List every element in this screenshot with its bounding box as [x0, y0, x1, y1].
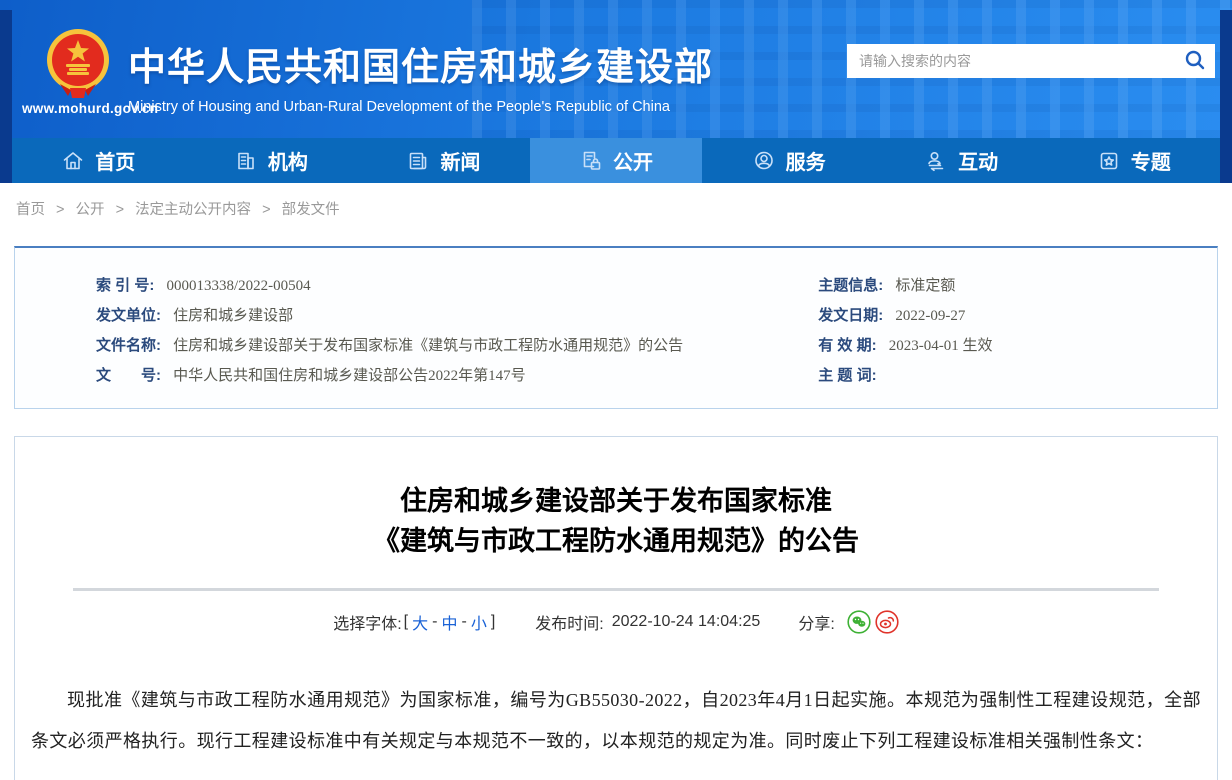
- nav-item-news[interactable]: 新闻: [357, 138, 530, 183]
- national-emblem-logo: [46, 28, 110, 102]
- meta-value: 2022-09-27: [895, 308, 965, 324]
- search-input[interactable]: [847, 44, 1175, 78]
- breadcrumb-ministry-documents[interactable]: 部发文件: [282, 202, 340, 218]
- breadcrumb-statutory-content[interactable]: 法定主动公开内容: [135, 202, 251, 218]
- site-header-wrap: www.mohurd.gov.cn 中华人民共和国住房和城乡建设部 Minist…: [0, 0, 1232, 183]
- font-size-label: 选择字体:: [333, 610, 401, 634]
- breadcrumb-home[interactable]: 首页: [16, 202, 45, 218]
- font-size-large-link[interactable]: 大: [412, 610, 428, 634]
- interaction-icon: [924, 149, 948, 173]
- nav-label: 首页: [95, 146, 135, 175]
- meta-value: 中华人民共和国住房和城乡建设部公告2022年第147号: [173, 368, 526, 384]
- nav-item-org[interactable]: 机构: [185, 138, 358, 183]
- meta-row-index-number: 索 引 号: 000013338/2022-00504: [96, 271, 760, 301]
- article-title-line1: 住房和城乡建设部关于发布国家标准: [15, 481, 1217, 521]
- nav-label: 互动: [958, 146, 998, 175]
- meta-value: 2023-04-01 生效: [889, 338, 993, 354]
- meta-row-topic-info: 主题信息: 标准定额: [818, 271, 1217, 301]
- article-title: 住房和城乡建设部关于发布国家标准 《建筑与市政工程防水通用规范》的公告: [15, 481, 1217, 561]
- nav-label: 新闻: [440, 146, 480, 175]
- font-size-medium-link[interactable]: 中: [441, 610, 457, 634]
- breadcrumb-disclosure[interactable]: 公开: [76, 202, 105, 218]
- site-title-en: Ministry of Housing and Urban-Rural Deve…: [128, 99, 713, 115]
- main-nav: 首页 机构 新闻 公开: [12, 138, 1220, 183]
- search-box: [847, 44, 1215, 78]
- site-title-cn: 中华人民共和国住房和城乡建设部: [128, 36, 713, 91]
- nav-label: 公开: [613, 146, 653, 175]
- meta-label: 主 题 词:: [818, 367, 876, 384]
- meta-label: 有 效 期:: [818, 337, 876, 354]
- meta-label: 主题信息:: [818, 277, 883, 294]
- breadcrumb-separator: >: [262, 202, 270, 218]
- topics-icon: [1097, 149, 1121, 173]
- home-icon: [61, 149, 85, 173]
- service-icon: [752, 149, 776, 173]
- bracket-open: [: [404, 613, 408, 631]
- meta-row-effective-date: 有 效 期: 2023-04-01 生效: [818, 331, 1217, 361]
- organization-icon: [234, 149, 258, 173]
- meta-value: 000013338/2022-00504: [167, 278, 311, 294]
- publish-time-label: 发布时间:: [535, 610, 603, 634]
- publish-time-value: 2022-10-24 14:04:25: [612, 613, 761, 631]
- meta-label: 索 引 号:: [96, 277, 154, 294]
- breadcrumb-separator: >: [116, 202, 124, 218]
- weibo-share-icon[interactable]: [875, 610, 899, 634]
- meta-row-issuing-unit: 发文单位: 住房和城乡建设部: [96, 301, 760, 331]
- meta-label: 发文单位:: [96, 307, 161, 324]
- meta-column-right: 主题信息: 标准定额 发文日期: 2022-09-27 有 效 期: 2023-…: [760, 271, 1217, 391]
- breadcrumb-separator: >: [56, 202, 64, 218]
- article-meta-row: 选择字体: [ 大 - 中 - 小 ] 发布时间: 2022-10-24 14:…: [15, 610, 1217, 634]
- search-button[interactable]: [1175, 44, 1215, 78]
- title-divider: [73, 588, 1159, 591]
- news-icon: [406, 149, 430, 173]
- meta-row-keywords: 主 题 词:: [818, 361, 1217, 391]
- meta-label: 文 号:: [96, 367, 161, 384]
- meta-row-document-title: 文件名称: 住房和城乡建设部关于发布国家标准《建筑与市政工程防水通用规范》的公告: [96, 331, 760, 361]
- left-edge-strip: [0, 10, 12, 183]
- meta-label: 文件名称:: [96, 337, 161, 354]
- nav-item-interact[interactable]: 互动: [875, 138, 1048, 183]
- dash: -: [461, 613, 466, 631]
- page: www.mohurd.gov.cn 中华人民共和国住房和城乡建设部 Minist…: [0, 0, 1232, 780]
- search-icon: [1184, 49, 1206, 74]
- nav-label: 专题: [1131, 146, 1171, 175]
- article-box: 住房和城乡建设部关于发布国家标准 《建筑与市政工程防水通用规范》的公告 选择字体…: [14, 436, 1218, 780]
- nav-item-topics[interactable]: 专题: [1047, 138, 1220, 183]
- dash: -: [432, 613, 437, 631]
- meta-value: 住房和城乡建设部关于发布国家标准《建筑与市政工程防水通用规范》的公告: [173, 338, 683, 354]
- brand-block: 中华人民共和国住房和城乡建设部 Ministry of Housing and …: [128, 36, 713, 115]
- meta-value: 住房和城乡建设部: [173, 308, 293, 324]
- breadcrumb: 首页 > 公开 > 法定主动公开内容 > 部发文件: [16, 198, 1232, 219]
- disclosure-icon: [579, 149, 603, 173]
- meta-column-left: 索 引 号: 000013338/2022-00504 发文单位: 住房和城乡建…: [15, 271, 760, 391]
- right-edge-strip: [1220, 10, 1232, 183]
- site-header: www.mohurd.gov.cn 中华人民共和国住房和城乡建设部 Minist…: [0, 0, 1232, 138]
- meta-label: 发文日期:: [818, 307, 883, 324]
- meta-row-document-number: 文 号: 中华人民共和国住房和城乡建设部公告2022年第147号: [96, 361, 760, 391]
- nav-item-home[interactable]: 首页: [12, 138, 185, 183]
- article-body-paragraph: 现批准《建筑与市政工程防水通用规范》为国家标准，编号为GB55030-2022，…: [15, 680, 1217, 762]
- share-label: 分享:: [798, 610, 834, 634]
- nav-label: 机构: [268, 146, 308, 175]
- wechat-share-icon[interactable]: [847, 610, 871, 634]
- bracket-close: ]: [491, 613, 495, 631]
- meta-value: 标准定额: [895, 278, 955, 294]
- nav-item-disclosure[interactable]: 公开: [530, 138, 703, 183]
- article-title-line2: 《建筑与市政工程防水通用规范》的公告: [15, 521, 1217, 561]
- font-size-small-link[interactable]: 小: [471, 610, 487, 634]
- meta-row-issue-date: 发文日期: 2022-09-27: [818, 301, 1217, 331]
- nav-item-service[interactable]: 服务: [702, 138, 875, 183]
- nav-label: 服务: [786, 146, 826, 175]
- document-meta-box: 索 引 号: 000013338/2022-00504 发文单位: 住房和城乡建…: [14, 246, 1218, 409]
